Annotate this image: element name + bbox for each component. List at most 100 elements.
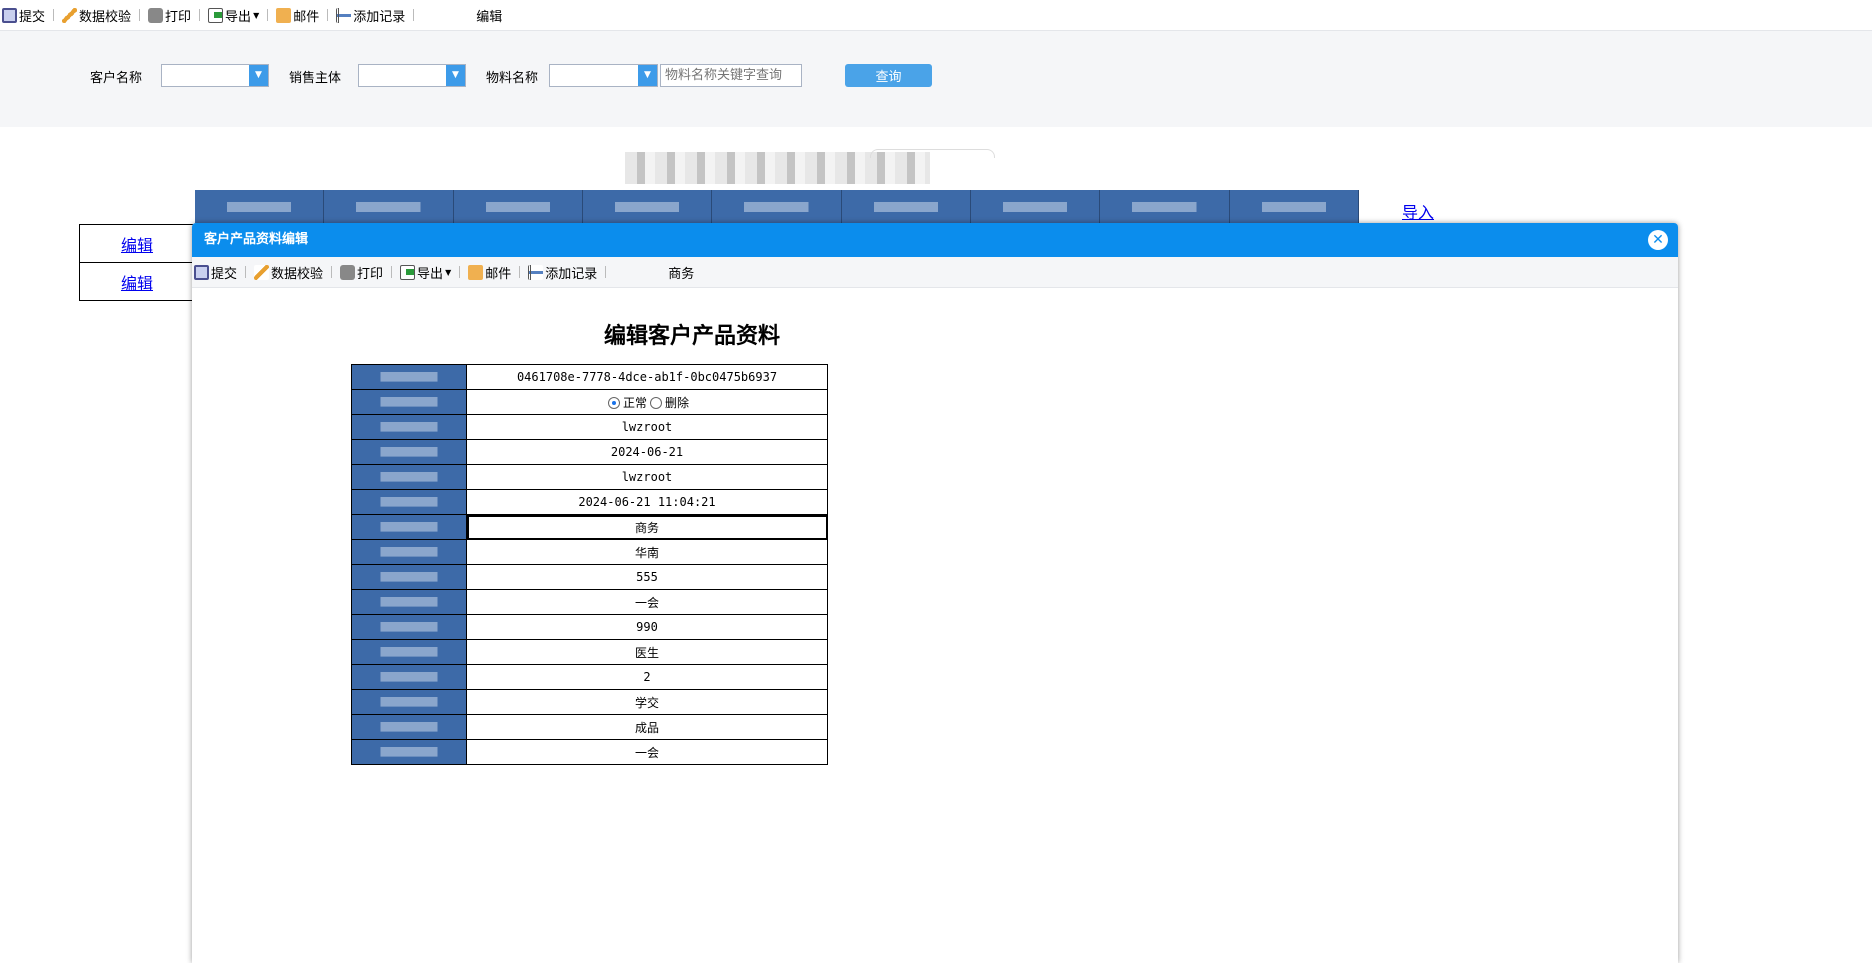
validate-label: 数据校验: [271, 266, 324, 282]
field-value[interactable]: 2024-06-21: [466, 439, 828, 465]
status-option-label: 删除: [665, 395, 690, 410]
edit-form-table: 0461708e-7778-4dce-ab1f-0bc0475b6937 正常 删除…: [351, 364, 828, 765]
status-option-label: 正常: [622, 395, 647, 410]
status-radio[interactable]: [650, 397, 662, 409]
form-row: 商务: [351, 514, 828, 540]
printer-icon: [340, 264, 356, 280]
field-label-blurred: [351, 539, 467, 565]
field-value[interactable]: 正常 删除: [466, 389, 828, 415]
dialog-titlebar: 客户产品资料编辑 ✕: [192, 223, 1678, 257]
form-row: 正常 删除: [351, 389, 828, 415]
validate-button[interactable]: 数据校验: [62, 6, 131, 25]
table-cell: 编辑: [79, 262, 195, 301]
form-row: 555: [351, 564, 828, 590]
material-select[interactable]: ▼: [549, 64, 658, 87]
export-button[interactable]: 导出 ▼: [400, 263, 451, 282]
field-value[interactable]: lwzroot: [466, 464, 828, 490]
submit-button[interactable]: 提交: [2, 6, 45, 25]
field-value[interactable]: 一会: [466, 589, 828, 615]
field-value[interactable]: 555: [466, 564, 828, 590]
field-value[interactable]: 华南: [466, 539, 828, 565]
field-label-blurred: [351, 389, 467, 415]
export-button[interactable]: 导出 ▼: [208, 6, 259, 25]
form-row: 医生: [351, 639, 828, 665]
add-record-button[interactable]: 添加记录: [336, 6, 405, 25]
field-value[interactable]: 一会: [466, 739, 828, 765]
field-value[interactable]: 0461708e-7778-4dce-ab1f-0bc0475b6937: [466, 364, 828, 390]
field-label-blurred: [351, 689, 467, 715]
query-button[interactable]: 查询: [845, 64, 932, 87]
field-label-blurred: [351, 439, 467, 465]
sales-entity-select[interactable]: ▼: [358, 64, 466, 87]
field-value[interactable]: 2024-06-21 11:04:21: [466, 489, 828, 515]
form-row: 990: [351, 614, 828, 640]
validate-button[interactable]: 数据校验: [254, 263, 323, 282]
edit-link[interactable]: 编辑: [121, 274, 153, 293]
divider: [267, 9, 269, 21]
dialog-title: 客户产品资料编辑: [204, 232, 309, 247]
edit-link[interactable]: 编辑: [121, 236, 153, 255]
form-row: 2: [351, 664, 828, 690]
mail-label: 邮件: [485, 266, 512, 282]
material-keyword-input[interactable]: [660, 64, 802, 87]
sales-entity-label: 销售主体: [289, 71, 342, 86]
print-button[interactable]: 打印: [340, 263, 383, 282]
edit-dialog: 客户产品资料编辑 ✕ 提交 数据校验 打印 导出 ▼ 邮件 添加记录 商务 编辑客户…: [192, 223, 1678, 963]
export-label: 导出: [417, 266, 444, 282]
divider: [327, 9, 329, 21]
field-label-blurred: [351, 739, 467, 765]
save-icon: [194, 264, 209, 280]
print-button[interactable]: 打印: [148, 6, 191, 25]
mail-icon: [468, 264, 484, 280]
field-value[interactable]: 学交: [466, 689, 828, 715]
caret-down-icon: ▼: [253, 10, 260, 20]
export-label: 导出: [225, 9, 252, 25]
field-label-blurred: [351, 714, 467, 740]
print-label: 打印: [357, 266, 384, 282]
field-value[interactable]: lwzroot: [466, 414, 828, 440]
mail-label: 邮件: [293, 9, 320, 25]
pencil-icon: [254, 264, 270, 280]
submit-label: 提交: [211, 266, 238, 282]
mail-button[interactable]: 邮件: [276, 6, 319, 25]
add-record-button[interactable]: 添加记录: [528, 263, 597, 282]
field-value[interactable]: 医生: [466, 639, 828, 665]
field-label-blurred: [351, 564, 467, 590]
field-value[interactable]: 990: [466, 614, 828, 640]
divider: [53, 9, 55, 21]
customer-select[interactable]: ▼: [161, 64, 269, 87]
close-icon[interactable]: ✕: [1648, 230, 1668, 250]
status-radio[interactable]: [607, 397, 620, 409]
chevron-down-icon[interactable]: ▼: [249, 65, 268, 86]
chevron-down-icon[interactable]: ▼: [638, 65, 657, 86]
submit-button[interactable]: 提交: [194, 263, 237, 282]
mail-icon: [276, 7, 292, 23]
field-value[interactable]: 商务: [466, 514, 828, 540]
toolbar-context-label: 编辑: [476, 9, 503, 25]
printer-icon: [148, 7, 164, 23]
divider: [391, 266, 393, 278]
import-link[interactable]: 导入: [1402, 199, 1434, 223]
form-row: lwzroot: [351, 464, 828, 490]
divider: [199, 9, 201, 21]
divider: [245, 266, 247, 278]
form-row: 华南: [351, 539, 828, 565]
table-header: [195, 190, 1359, 224]
submit-label: 提交: [19, 9, 46, 25]
add-record-icon: [528, 264, 544, 280]
form-row: 一会: [351, 589, 828, 615]
field-value[interactable]: 2: [466, 664, 828, 690]
form-row: 一会: [351, 739, 828, 765]
pencil-icon: [62, 7, 78, 23]
chevron-down-icon[interactable]: ▼: [446, 65, 465, 86]
field-value[interactable]: 成品: [466, 714, 828, 740]
form-row: 0461708e-7778-4dce-ab1f-0bc0475b6937: [351, 364, 828, 390]
mail-button[interactable]: 邮件: [468, 263, 511, 282]
form-title: 编辑客户产品资料: [603, 323, 780, 349]
material-label: 物料名称: [486, 71, 539, 86]
export-icon: [208, 7, 224, 23]
table-cell: 编辑: [79, 224, 195, 263]
field-label-blurred: [351, 414, 467, 440]
field-label-blurred: [351, 639, 467, 665]
field-label-blurred: [351, 614, 467, 640]
